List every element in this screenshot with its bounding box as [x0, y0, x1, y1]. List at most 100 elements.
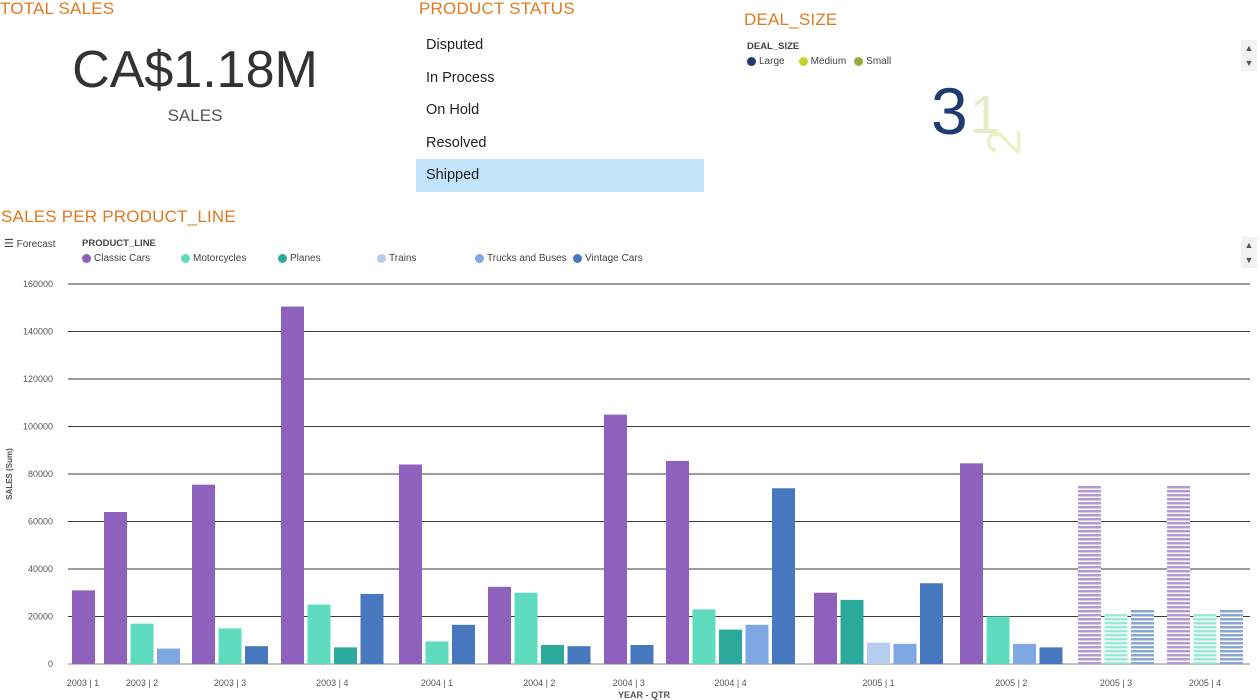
word-cloud-word[interactable]: 2 [978, 129, 1031, 156]
legend-label: Trucks and Buses [487, 253, 567, 264]
product-line-legend-title: PRODUCT_LINE [82, 238, 156, 249]
y-tick-label: 20000 [28, 612, 53, 622]
bar-vintage-cars [452, 624, 475, 664]
x-tick-label: 2003 | 1 [67, 678, 99, 688]
bar-classic-cars [960, 463, 983, 664]
legend-dot [854, 57, 864, 66]
legend-label: Vintage Cars [585, 253, 643, 264]
product-status-title: PRODUCT STATUS [419, 0, 575, 18]
x-tick-label: 2004 | 4 [714, 678, 746, 688]
y-tick-label: 100000 [23, 422, 53, 432]
y-tick-label: 60000 [28, 517, 53, 527]
sales-chart-title: SALES PER PRODUCT_LINE [1, 207, 236, 226]
scroll-up-icon[interactable]: ▲ [1241, 237, 1257, 253]
y-tick-label: 40000 [28, 564, 53, 574]
bar-trucks-and-buses [157, 648, 180, 664]
bar-motorcycles [218, 628, 242, 664]
forecast-menu-button[interactable]: ☰ Forecast [4, 237, 56, 250]
sales-bar-chart: 0 20000 40000 60000 80000 100000 120000 140000 1… [5, 279, 1250, 700]
bar-planes [840, 599, 864, 664]
product-status-list: Disputed In Process On Hold Resolved Shi… [416, 29, 704, 192]
x-tick-label: 2003 | 3 [214, 678, 246, 688]
legend-item-classic-cars[interactable]: Classic Cars [82, 253, 150, 264]
x-tick-label: 2005 | 3 [1100, 678, 1132, 688]
x-tick-label: 2003 | 2 [126, 678, 158, 688]
status-item-in-process[interactable]: In Process [416, 62, 704, 95]
bar-vintage-cars [245, 646, 268, 664]
deal-size-legend-title: DEAL_SIZE [747, 41, 800, 52]
legend-dot [181, 254, 190, 263]
deal-size-title: DEAL_SIZE [744, 10, 838, 29]
status-item-on-hold[interactable]: On Hold [416, 94, 704, 127]
bar-classic-cars [399, 464, 422, 664]
x-tick-label: 2005 | 2 [995, 678, 1027, 688]
legend-item-vintage-cars[interactable]: Vintage Cars [573, 253, 643, 264]
bar-vintage-cars [360, 593, 384, 664]
bar-planes [719, 629, 742, 664]
total-sales-label: SALES [167, 106, 223, 125]
bar-classic-cars [1078, 485, 1101, 664]
scroll-up-icon[interactable]: ▲ [1241, 40, 1257, 56]
legend-item-planes[interactable]: Planes [278, 253, 321, 264]
bar-planes [541, 645, 564, 664]
deal-size-word-cloud: 3 1 2 [900, 70, 1100, 180]
legend-dot [82, 254, 91, 263]
legend-label: Classic Cars [94, 253, 151, 264]
y-tick-label: 0 [48, 659, 53, 669]
legend-item-motorcycles[interactable]: Motorcycles [181, 253, 246, 264]
bar-classic-cars [488, 586, 511, 664]
x-tick-label: 2004 | 2 [523, 678, 555, 688]
legend-dot [747, 57, 756, 66]
scroll-down-icon[interactable]: ▼ [1241, 252, 1257, 268]
y-tick-label: 160000 [23, 279, 53, 289]
legend-label: Medium [810, 56, 847, 67]
bar-vintage-cars [772, 488, 795, 664]
y-tick-label: 80000 [28, 469, 53, 479]
y-tick-label: 120000 [23, 374, 53, 384]
bar-vintage-cars [1220, 609, 1243, 664]
x-tick-label: 2004 | 3 [613, 678, 645, 688]
bar-classic-cars [72, 590, 95, 664]
bar-classic-cars [1167, 485, 1190, 664]
legend-item-small[interactable]: Small [854, 56, 891, 67]
legend-dot [377, 254, 386, 263]
bar-motorcycles [1193, 614, 1217, 664]
word-cloud-word[interactable]: 3 [931, 78, 968, 144]
x-axis-label: YEAR - QTR [618, 690, 671, 700]
legend-item-large[interactable]: Large [747, 56, 785, 67]
y-tick-label: 140000 [23, 327, 53, 337]
bar-planes [334, 647, 357, 664]
bar-motorcycles [425, 641, 449, 664]
legend-dot [475, 254, 484, 263]
bar-trucks-and-buses [893, 643, 917, 664]
bar-vintage-cars [920, 583, 943, 664]
deal-size-legend: Large Medium Small [747, 56, 891, 67]
bar-vintage-cars [630, 645, 654, 664]
x-tick-label: 2003 | 4 [316, 678, 348, 688]
hamburger-icon: ☰ [4, 238, 14, 250]
legend-dot [798, 57, 808, 66]
bar-motorcycles [130, 623, 154, 664]
status-item-resolved[interactable]: Resolved [416, 127, 704, 160]
legend-item-medium[interactable]: Medium [798, 56, 847, 67]
bar-motorcycles [1104, 614, 1128, 664]
legend-dot [278, 254, 287, 263]
legend-label: Trains [389, 253, 417, 264]
bar-trucks-and-buses [745, 624, 769, 664]
legend-label: Motorcycles [193, 253, 247, 264]
bar-classic-cars [104, 512, 127, 664]
bar-vintage-cars [1131, 609, 1154, 664]
bar-classic-cars [281, 306, 304, 664]
legend-item-trucks-and-buses[interactable]: Trucks and Buses [475, 253, 567, 264]
legend-dot [573, 254, 582, 263]
legend-label: Large [759, 56, 785, 67]
y-axis-label: SALES (Sum) [5, 448, 14, 500]
x-tick-label: 2005 | 1 [862, 678, 894, 688]
status-item-disputed[interactable]: Disputed [416, 29, 704, 62]
status-item-shipped[interactable]: Shipped [416, 159, 704, 192]
legend-item-trains[interactable]: Trains [377, 253, 416, 264]
total-sales-value: CA$1.18M [72, 41, 318, 99]
bar-classic-cars [666, 460, 689, 664]
scroll-down-icon[interactable]: ▼ [1241, 55, 1257, 71]
bar-motorcycles [307, 604, 331, 664]
